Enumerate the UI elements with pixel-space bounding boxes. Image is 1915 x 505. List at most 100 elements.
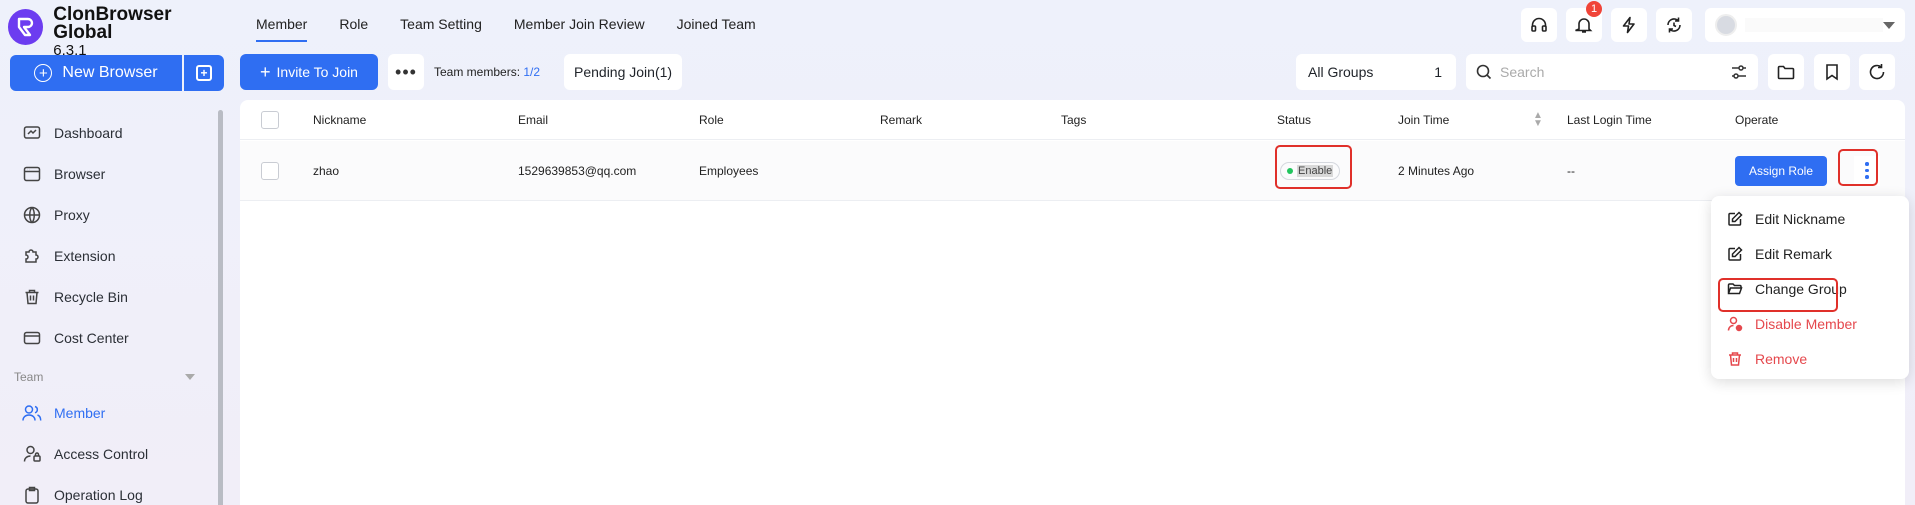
pending-join-button[interactable]: Pending Join(1)	[564, 54, 683, 90]
header-role[interactable]: Role	[699, 100, 724, 139]
folder-icon	[1777, 65, 1795, 80]
lightning-icon	[1622, 16, 1635, 34]
invite-label: Invite To Join	[276, 64, 358, 80]
sidebar-item-access-control[interactable]: Access Control	[0, 433, 215, 474]
top-icon-group: 1	[1521, 1, 1692, 42]
header-operate: Operate	[1735, 112, 1779, 127]
bookmark-button[interactable]	[1814, 54, 1850, 90]
chevron-down-icon	[185, 374, 195, 380]
header-nickname[interactable]: Nickname	[313, 100, 366, 139]
sidebar-item-label: Recycle Bin	[54, 288, 128, 305]
team-section-header[interactable]: Team	[0, 362, 215, 392]
member-table: Nickname Email Role Remark Tags Status J…	[240, 100, 1905, 505]
edit-icon	[1727, 245, 1743, 262]
new-browser-button[interactable]: + New Browser	[10, 55, 182, 91]
cell-nickname: zhao	[313, 163, 340, 178]
batch-create-button[interactable]: +	[184, 55, 224, 91]
assign-role-button[interactable]: Assign Role	[1735, 155, 1827, 186]
user-lock-icon	[22, 444, 42, 464]
dashboard-icon	[22, 123, 42, 143]
row-actions-menu: Edit Nickname Edit Remark Change Group D…	[1711, 196, 1909, 379]
edit-icon	[1727, 210, 1743, 227]
header-last-login-time[interactable]: Last Login Time	[1567, 100, 1652, 139]
sidebar-item-recycle-bin[interactable]: Recycle Bin	[0, 276, 215, 317]
status-highlight-box	[1275, 145, 1352, 189]
support-button[interactable]	[1521, 8, 1557, 42]
team-members-label: Team members:	[434, 65, 521, 79]
team-members-count: 1/2	[523, 65, 541, 79]
folder-button[interactable]	[1768, 54, 1804, 90]
notification-badge: 1	[1586, 1, 1602, 17]
refresh-icon	[1869, 64, 1885, 80]
tab-team-setting[interactable]: Team Setting	[384, 0, 498, 48]
group-filter-count: 1	[1434, 64, 1442, 80]
sidebar-item-label: Browser	[54, 165, 106, 182]
header-status[interactable]: Status	[1277, 100, 1311, 139]
sidebar-item-proxy[interactable]: Proxy	[0, 194, 215, 235]
new-browser-label: New Browser	[62, 64, 158, 81]
table-header: Nickname Email Role Remark Tags Status J…	[240, 100, 1905, 140]
header-tags[interactable]: Tags	[1061, 100, 1086, 139]
select-all-checkbox[interactable]	[261, 110, 279, 129]
users-icon	[22, 403, 42, 423]
ellipsis-icon: •••	[395, 61, 417, 82]
menu-item-label: Edit Remark	[1755, 245, 1833, 262]
group-filter-label: All Groups	[1308, 64, 1374, 80]
menu-item-remove[interactable]: Remove	[1711, 341, 1909, 376]
user-disable-icon	[1727, 316, 1743, 332]
select-all-cell	[261, 100, 279, 139]
sidebar-item-label: Cost Center	[54, 329, 129, 346]
menu-item-edit-remark[interactable]: Edit Remark	[1711, 236, 1909, 271]
bell-icon	[1575, 18, 1593, 33]
browser-icon	[22, 164, 42, 184]
member-toolbar: + Invite To Join ••• Team members: 1/2 P…	[240, 54, 1905, 90]
sidebar-item-cost-center[interactable]: Cost Center	[0, 317, 215, 358]
sync-icon	[1667, 17, 1681, 33]
table-row[interactable]: zhao 1529639853@qq.com Employees Enable …	[240, 141, 1905, 201]
clipboard-icon	[22, 485, 42, 505]
tab-member[interactable]: Member	[240, 0, 323, 48]
more-options-button[interactable]: •••	[388, 54, 424, 90]
sidebar-item-extension[interactable]: Extension	[0, 235, 215, 276]
account-dropdown[interactable]	[1705, 8, 1905, 42]
menu-item-label: Remove	[1755, 350, 1808, 367]
wallet-icon	[22, 328, 42, 348]
sidebar-item-label: Operation Log	[54, 486, 143, 503]
sidebar-item-member[interactable]: Member	[0, 392, 215, 433]
tab-member-join-review[interactable]: Member Join Review	[498, 0, 661, 48]
avatar	[1715, 14, 1737, 36]
search-input[interactable]	[1500, 64, 1730, 80]
header-join-time[interactable]: Join Time	[1398, 100, 1449, 139]
account-name	[1745, 18, 1883, 32]
sidebar-item-browser[interactable]: Browser	[0, 153, 215, 194]
quick-action-button[interactable]	[1611, 8, 1647, 42]
header-email[interactable]: Email	[518, 100, 548, 139]
menu-item-label: Disable Member	[1755, 315, 1857, 332]
headset-icon	[1531, 17, 1547, 32]
sidebar-scrollbar[interactable]	[218, 110, 223, 505]
sync-button[interactable]	[1656, 8, 1692, 42]
row-checkbox[interactable]	[261, 161, 279, 180]
notifications-button[interactable]: 1	[1566, 1, 1602, 42]
tab-role[interactable]: Role	[323, 0, 384, 48]
sidebar-item-dashboard[interactable]: Dashboard	[0, 112, 215, 153]
sidebar-item-operation-log[interactable]: Operation Log	[0, 474, 215, 505]
sidebar-item-label: Extension	[54, 247, 116, 264]
refresh-button[interactable]	[1859, 54, 1895, 90]
search-icon	[1476, 64, 1492, 80]
puzzle-icon	[22, 246, 42, 266]
filter-sliders-icon[interactable]	[1730, 63, 1748, 81]
search-box	[1466, 54, 1758, 90]
sidebar-item-label: Access Control	[54, 445, 149, 462]
sort-icon[interactable]: ▲ ▼	[1533, 111, 1543, 129]
tab-joined-team[interactable]: Joined Team	[661, 0, 772, 48]
top-tabs: Member Role Team Setting Member Join Rev…	[240, 0, 772, 48]
pending-join-label: Pending Join(1)	[574, 64, 673, 80]
header-remark[interactable]: Remark	[880, 100, 922, 139]
menu-item-edit-nickname[interactable]: Edit Nickname	[1711, 201, 1909, 236]
group-filter-select[interactable]: All Groups 1	[1296, 54, 1456, 90]
cell-role: Employees	[699, 163, 759, 178]
sidebar: ClonBrowser Global 6.3.1 + New Browser +…	[0, 0, 232, 505]
invite-to-join-button[interactable]: + Invite To Join	[240, 54, 378, 90]
bookmark-icon	[1826, 64, 1838, 81]
